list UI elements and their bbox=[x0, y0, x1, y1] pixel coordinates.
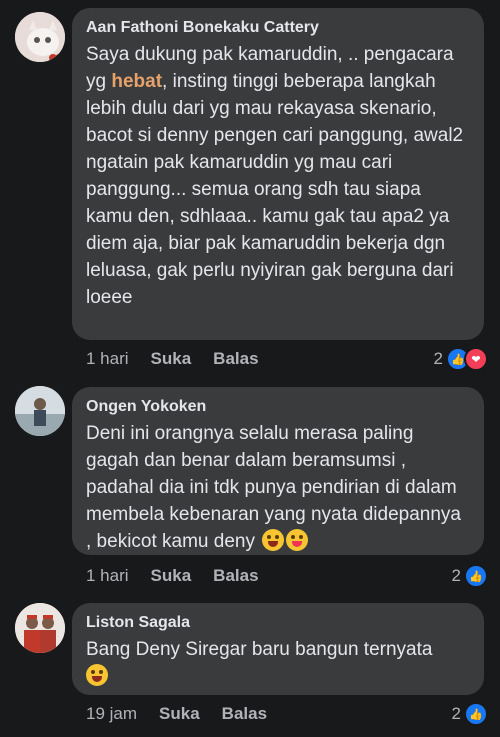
reaction-count: 2 bbox=[451, 566, 461, 585]
like-icon: 👍 bbox=[464, 702, 488, 726]
like-button[interactable]: Suka bbox=[151, 349, 192, 369]
comment-bubble: Liston Sagala Bang Deny Siregar baru ban… bbox=[72, 603, 484, 695]
tongue-emoji bbox=[286, 529, 309, 551]
comment-actions: 1 hari Suka Balas bbox=[86, 566, 281, 586]
avatar-couple-image bbox=[15, 603, 65, 653]
comment-actions: 1 hari Suka Balas bbox=[86, 349, 281, 369]
comment-time[interactable]: 19 jam bbox=[86, 704, 137, 724]
comment-actions: 19 jam Suka Balas bbox=[86, 704, 289, 724]
avatar[interactable] bbox=[15, 12, 65, 62]
like-button[interactable]: Suka bbox=[159, 704, 200, 724]
comment-author[interactable]: Liston Sagala bbox=[86, 613, 470, 633]
reaction-count: 2 bbox=[451, 704, 461, 723]
comment-bubble: Aan Fathoni Bonekaku Cattery Saya dukung… bbox=[72, 8, 484, 340]
comment-author[interactable]: Aan Fathoni Bonekaku Cattery bbox=[86, 18, 470, 38]
reaction-summary[interactable]: 2 👍 bbox=[452, 702, 488, 726]
highlighted-word[interactable]: hebat bbox=[111, 71, 162, 92]
love-icon: ❤ bbox=[464, 347, 488, 371]
comment-text-part: , insting tinggi beberapa langkah lebih … bbox=[86, 71, 464, 308]
avatar[interactable] bbox=[15, 386, 65, 436]
like-button[interactable]: Suka bbox=[151, 566, 192, 586]
reply-button[interactable]: Balas bbox=[222, 704, 267, 724]
comment-text: Deni ini orangnya selalu merasa paling g… bbox=[86, 420, 470, 555]
reaction-count: 2 bbox=[433, 349, 443, 368]
reaction-summary[interactable]: 2 👍 ❤ bbox=[434, 347, 488, 371]
comment-text: Saya dukung pak kamaruddin, .. pengacara… bbox=[86, 41, 470, 311]
comment-author[interactable]: Ongen Yokoken bbox=[86, 397, 470, 417]
comment-bubble: Ongen Yokoken Deni ini orangnya selalu m… bbox=[72, 387, 484, 555]
tears-of-joy-emoji bbox=[86, 664, 108, 686]
reply-button[interactable]: Balas bbox=[213, 566, 258, 586]
comment-time[interactable]: 1 hari bbox=[86, 349, 129, 369]
comment-text-part: Bang Deny Siregar baru bangun ternyata bbox=[86, 639, 433, 660]
avatar-cat-image bbox=[15, 12, 65, 62]
comment-text: Bang Deny Siregar baru bangun ternyata bbox=[86, 636, 470, 690]
laughing-emoji bbox=[262, 529, 285, 551]
comment-time[interactable]: 1 hari bbox=[86, 566, 129, 586]
avatar[interactable] bbox=[15, 603, 65, 653]
avatar-person-image bbox=[15, 386, 65, 436]
like-icon: 👍 bbox=[464, 564, 488, 588]
reply-button[interactable]: Balas bbox=[213, 349, 258, 369]
reaction-summary[interactable]: 2 👍 bbox=[452, 564, 488, 588]
